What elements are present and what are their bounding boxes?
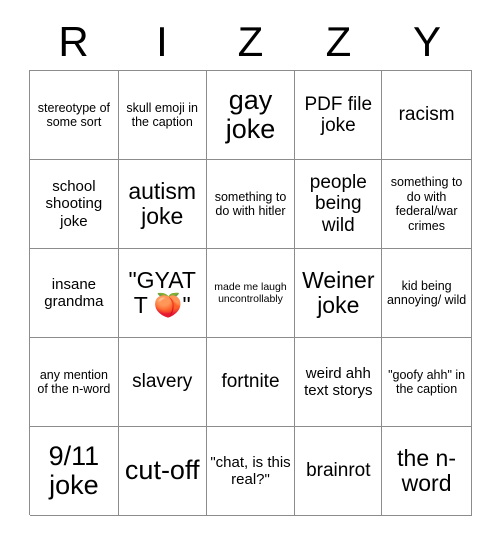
- bingo-cell-label: "goofy ahh" in the caption: [388, 367, 469, 397]
- bingo-cell-r3-c0[interactable]: any mention of the n-word: [30, 338, 119, 427]
- bingo-cell-label: "GYATT 🍑": [128, 266, 196, 318]
- bingo-cell-r4-c3[interactable]: brainrot: [295, 427, 383, 516]
- bingo-cell-label: fortnite: [221, 371, 280, 393]
- bingo-cell-label: the n-word: [397, 444, 456, 496]
- bingo-header-letter-4: Y: [412, 18, 441, 65]
- bingo-cell-label: autism joke: [128, 177, 203, 229]
- bingo-header-letter-2: Z: [237, 18, 264, 65]
- bingo-row: insane grandma "GYATT 🍑" made me laugh unc…: [30, 249, 472, 338]
- bingo-cell-label: racism: [398, 104, 455, 126]
- bingo-card: R I Z Z Y stereotype of some sort skull emoji…: [0, 0, 500, 544]
- bingo-cell-r3-c2[interactable]: fortnite: [206, 338, 296, 427]
- bingo-cell-label: slavery: [132, 371, 193, 393]
- bingo-cell-r1-c1[interactable]: autism joke: [118, 160, 207, 249]
- bingo-cell-r2-c0[interactable]: insane grandma: [30, 249, 119, 338]
- bingo-cell-r1-c0[interactable]: school shooting joke: [30, 160, 119, 249]
- bingo-cell-r4-c4[interactable]: the n-word: [382, 427, 472, 516]
- bingo-cell-r0-c1[interactable]: skull emoji in the caption: [118, 71, 207, 160]
- bingo-row: school shooting joke autism joke something…: [30, 160, 472, 249]
- bingo-cell-r0-c2[interactable]: gay joke: [206, 71, 296, 160]
- bingo-cell-label: stereotype of some sort: [37, 100, 114, 130]
- bingo-cell-label: school shooting joke: [45, 178, 107, 230]
- bingo-cell-label: gay joke: [225, 84, 280, 144]
- bingo-cell-r2-c3[interactable]: Weiner joke: [295, 249, 383, 338]
- bingo-cell-r4-c1[interactable]: cut-off: [118, 427, 207, 516]
- bingo-header-letter-3: Z: [325, 18, 352, 65]
- bingo-cell-r2-c1[interactable]: "GYATT 🍑": [118, 249, 207, 338]
- bingo-cell-r3-c3[interactable]: weird ahh text storys: [295, 338, 383, 427]
- bingo-cell-r1-c3[interactable]: people being wild: [295, 160, 383, 249]
- bingo-cell-label: something to do with federal/war crimes: [390, 175, 466, 233]
- bingo-row: stereotype of some sort skull emoji in th…: [30, 71, 472, 160]
- bingo-cell-label: brainrot: [306, 460, 371, 482]
- bingo-cell-label: something to do with hitler: [214, 189, 290, 219]
- bingo-cell-label: any mention of the n-word: [37, 367, 112, 397]
- bingo-cell-label: kid being annoying/ wild: [386, 278, 467, 308]
- bingo-cell-r1-c4[interactable]: something to do with federal/war crimes: [382, 160, 472, 249]
- bingo-cell-r4-c0[interactable]: 9/11 joke: [30, 427, 119, 516]
- bingo-cell-label: skull emoji in the caption: [126, 100, 202, 130]
- bingo-cell-label: insane grandma: [44, 275, 104, 310]
- bingo-row: any mention of the n-word slavery fortnite…: [30, 338, 472, 427]
- bingo-cell-r2-c4[interactable]: kid being annoying/ wild: [382, 249, 472, 338]
- bingo-grid: stereotype of some sort skull emoji in th…: [29, 70, 472, 516]
- bingo-cell-label: weird ahh text storys: [304, 364, 375, 399]
- bingo-cell-r0-c4[interactable]: racism: [382, 71, 472, 160]
- bingo-row: 9/11 joke cut-off "chat, is this real?" bra…: [30, 427, 472, 516]
- bingo-cell-r0-c0[interactable]: stereotype of some sort: [30, 71, 119, 160]
- bingo-header-row: RIZZY: [29, 14, 472, 70]
- bingo-cell-r0-c3[interactable]: PDF file joke: [295, 71, 383, 160]
- bingo-header-letter-1: I: [156, 18, 168, 65]
- bingo-cell-label: cut-off: [124, 455, 200, 486]
- bingo-cell-r2-c2[interactable]: made me laugh uncontrollably: [206, 249, 296, 338]
- bingo-cell-label: "chat, is this real?": [210, 453, 295, 488]
- bingo-cell-label: Weiner joke: [302, 266, 381, 318]
- bingo-cell-r1-c2[interactable]: something to do with hitler: [206, 160, 296, 249]
- bingo-cell-r3-c1[interactable]: slavery: [118, 338, 207, 427]
- bingo-cell-r3-c4[interactable]: "goofy ahh" in the caption: [382, 338, 472, 427]
- bingo-cell-label: people being wild: [309, 172, 373, 236]
- bingo-cell-label: 9/11 joke: [48, 440, 107, 500]
- bingo-cell-r4-c2[interactable]: "chat, is this real?": [206, 427, 296, 516]
- bingo-cell-label: made me laugh uncontrollably: [214, 280, 290, 305]
- bingo-cell-label: PDF file joke: [304, 93, 378, 136]
- bingo-header-letter-0: R: [58, 18, 89, 65]
